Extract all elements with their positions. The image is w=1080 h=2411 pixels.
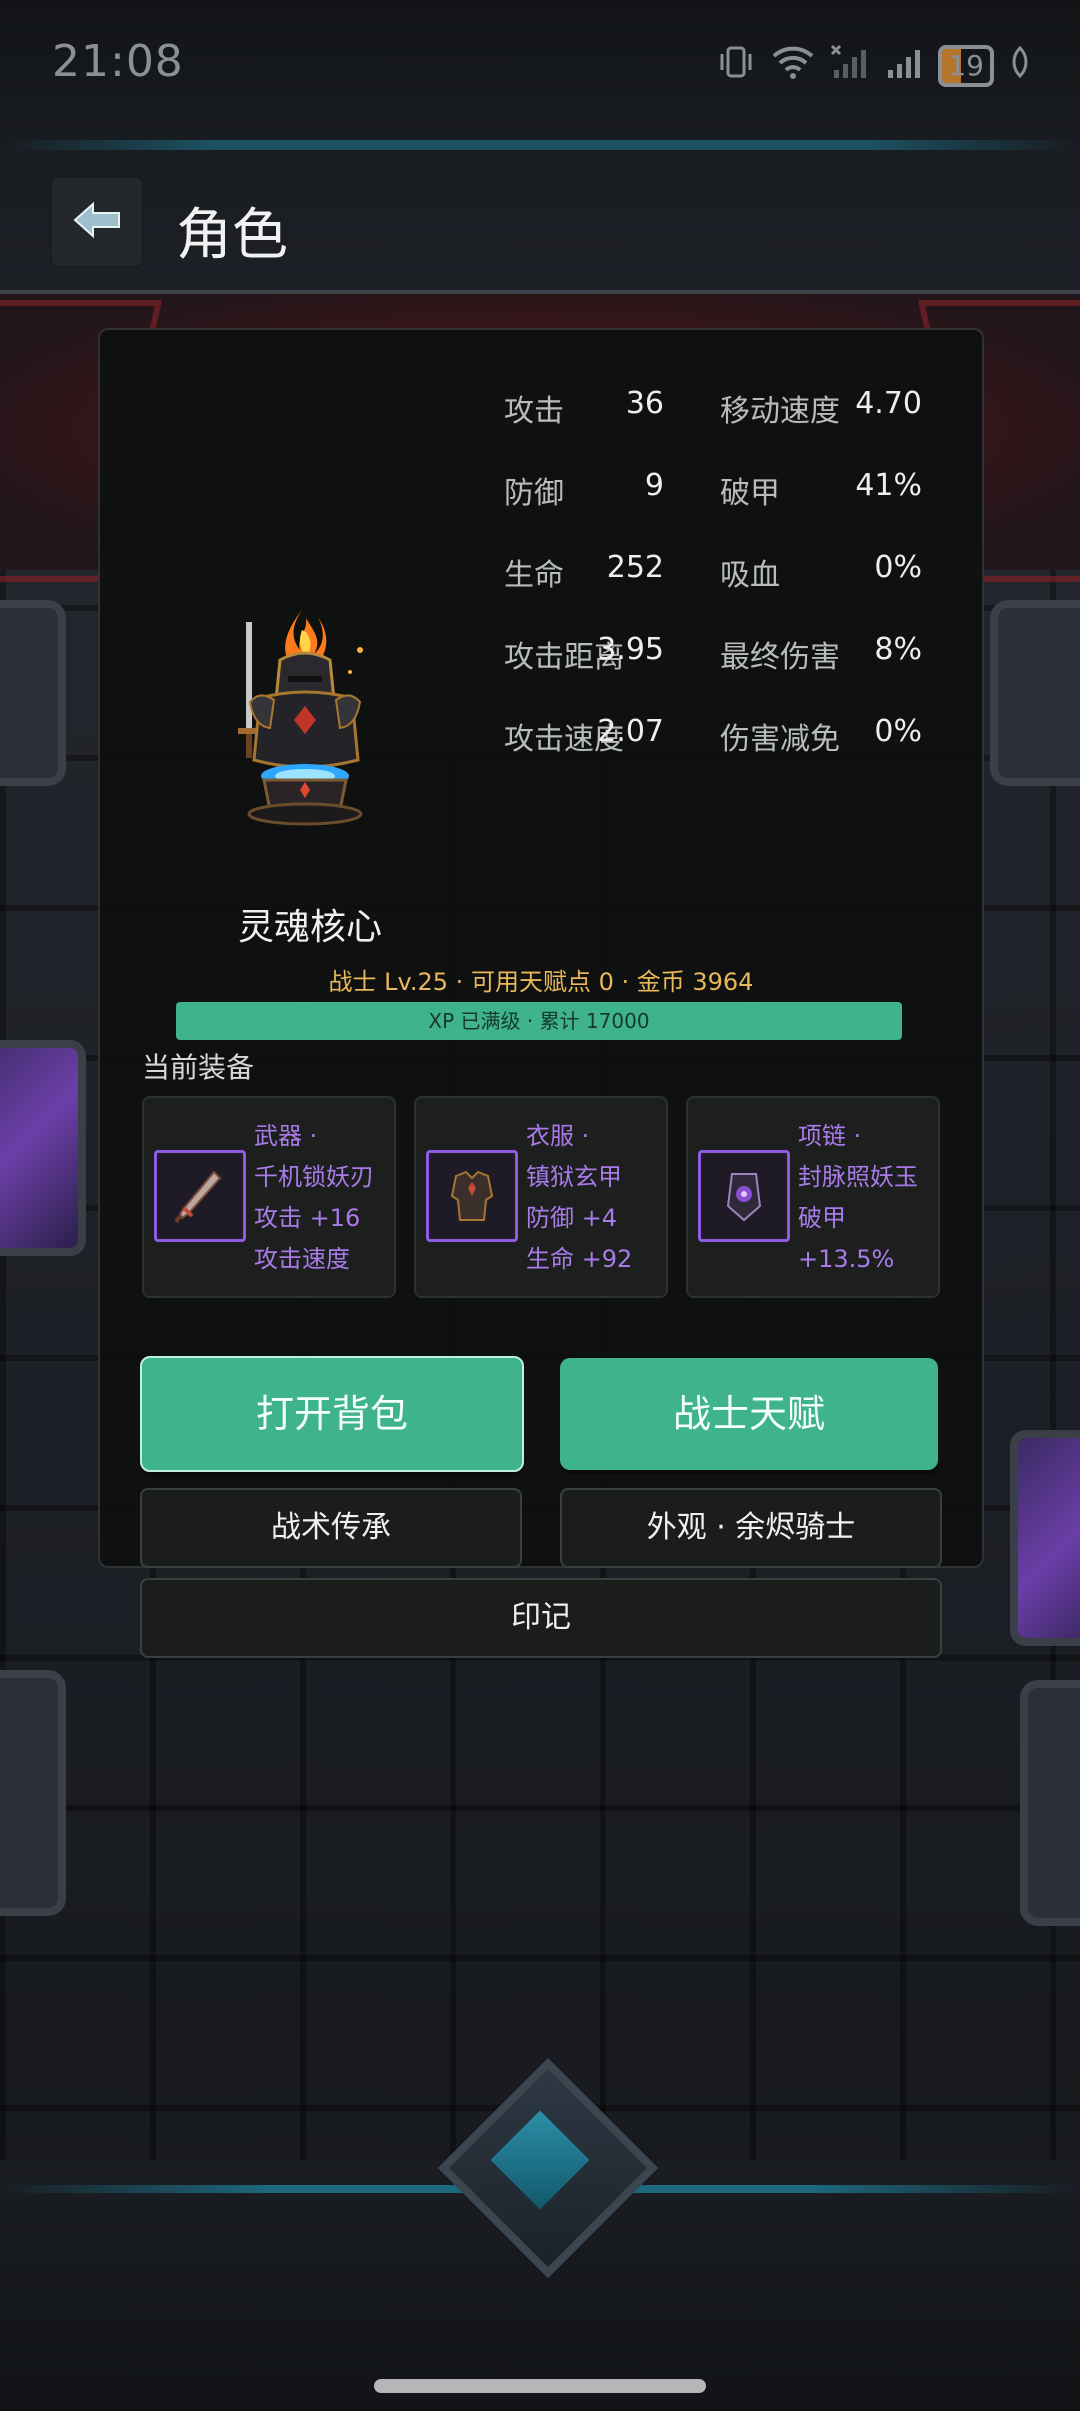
stat-label: 破甲 <box>720 476 780 511</box>
class-level-gold: 战士 Lv.25 · 可用天赋点 0 · 金币 3964 <box>328 968 754 996</box>
shield-tile-left <box>0 600 66 786</box>
stat-value: 41% <box>855 468 922 503</box>
stat-value: 4.70 <box>855 386 922 421</box>
stat-row: 攻击距离 3.95 最终伤害 8% <box>504 632 944 714</box>
status-icons: 19 <box>716 44 1032 88</box>
purple-gem-right <box>1010 1430 1080 1646</box>
stat-value: 9 <box>644 468 664 503</box>
weapon-details: 武器 · 千机锁妖刃 攻击 +16 攻击速度 <box>254 1116 374 1280</box>
stat-value: 36 <box>625 386 664 421</box>
stat-value: 252 <box>606 550 664 585</box>
tactics-inheritance-button[interactable]: 战术传承 <box>140 1488 522 1568</box>
hero-portrait <box>230 610 380 830</box>
wifi-icon <box>770 42 816 90</box>
stat-row: 攻击速度 2.07 伤害减免 0% <box>504 714 944 796</box>
vibrate-icon <box>716 42 756 90</box>
equip-stat: +13.5% <box>798 1245 895 1273</box>
signal-icon <box>884 42 924 90</box>
stat-label: 最终伤害 <box>720 640 840 675</box>
equip-slot-weapon[interactable]: 武器 · 千机锁妖刃 攻击 +16 攻击速度 <box>142 1096 396 1298</box>
equip-slot-armor[interactable]: 衣服 · 镇狱玄甲 防御 +4 生命 +92 <box>414 1096 668 1298</box>
equip-name: 千机锁妖刃 <box>254 1163 374 1191</box>
stat-label: 伤害减免 <box>720 722 840 757</box>
stat-value: 3.95 <box>597 632 664 667</box>
equip-stat: 破甲 <box>798 1204 846 1232</box>
stat-label: 防御 <box>504 476 564 511</box>
equip-stat: 攻击 +16 <box>254 1204 361 1232</box>
stats-table: 攻击 36 移动速度 4.70 防御 9 破甲 41% 生命 252 吸血 0%… <box>504 386 944 796</box>
stat-value: 0% <box>874 550 922 585</box>
armor-details: 衣服 · 镇狱玄甲 防御 +4 生命 +92 <box>526 1116 632 1280</box>
warrior-talent-button[interactable]: 战士天赋 <box>560 1358 938 1470</box>
stat-row: 生命 252 吸血 0% <box>504 550 944 632</box>
equipment-title: 当前装备 <box>142 1051 255 1084</box>
stat-value: 8% <box>874 632 922 667</box>
stat-row: 防御 9 破甲 41% <box>504 468 944 550</box>
stat-label: 攻击 <box>504 394 564 429</box>
hero-name: 灵魂核心 <box>238 907 383 948</box>
header-divider <box>0 290 1080 294</box>
signal-icon-no-service <box>830 42 870 90</box>
shield-tile-right <box>990 600 1080 786</box>
equip-stat: 防御 +4 <box>526 1204 618 1232</box>
equip-name: 封脉照妖玉 <box>798 1163 918 1191</box>
stat-label: 移动速度 <box>720 394 840 429</box>
stat-label: 吸血 <box>720 558 780 593</box>
stat-value: 0% <box>874 714 922 749</box>
necklace-details: 项链 · 封脉照妖玉 破甲 +13.5% <box>798 1116 918 1280</box>
equip-stat: 生命 +92 <box>526 1245 633 1273</box>
battery-icon: 19 <box>938 45 994 87</box>
status-bar: 21:08 19 <box>0 0 1080 130</box>
appearance-button[interactable]: 外观 · 余烬骑士 <box>560 1488 942 1568</box>
equip-slot-label: 衣服 · <box>526 1122 590 1150</box>
equip-name: 镇狱玄甲 <box>526 1163 622 1191</box>
purple-gem-left <box>0 1040 86 1256</box>
leaf-icon <box>1008 44 1032 88</box>
stat-label: 生命 <box>504 558 564 593</box>
necklace-icon <box>698 1150 790 1242</box>
xp-progress-bar: XP 已满级 · 累计 17000 <box>176 1002 902 1040</box>
back-button[interactable] <box>50 176 144 268</box>
equip-slot-necklace[interactable]: 项链 · 封脉照妖玉 破甲 +13.5% <box>686 1096 940 1298</box>
stat-value: 2.07 <box>597 714 664 749</box>
equip-slot-label: 项链 · <box>798 1122 862 1150</box>
shield-tile-left-lower <box>0 1670 66 1916</box>
equip-stat: 攻击速度 <box>254 1245 350 1273</box>
page-title: 角色 <box>176 203 288 268</box>
shield-tile-right-lower <box>1020 1680 1080 1926</box>
equip-slot-label: 武器 · <box>254 1122 318 1150</box>
weapon-icon <box>154 1150 246 1242</box>
status-time: 21:08 <box>52 36 184 87</box>
mark-button[interactable]: 印记 <box>140 1578 942 1658</box>
open-bag-button[interactable]: 打开背包 <box>140 1356 524 1472</box>
stat-row: 攻击 36 移动速度 4.70 <box>504 386 944 468</box>
home-indicator[interactable] <box>374 2379 706 2393</box>
armor-icon <box>426 1150 518 1242</box>
top-glow-line <box>0 140 1080 150</box>
back-arrow-icon <box>71 200 123 244</box>
